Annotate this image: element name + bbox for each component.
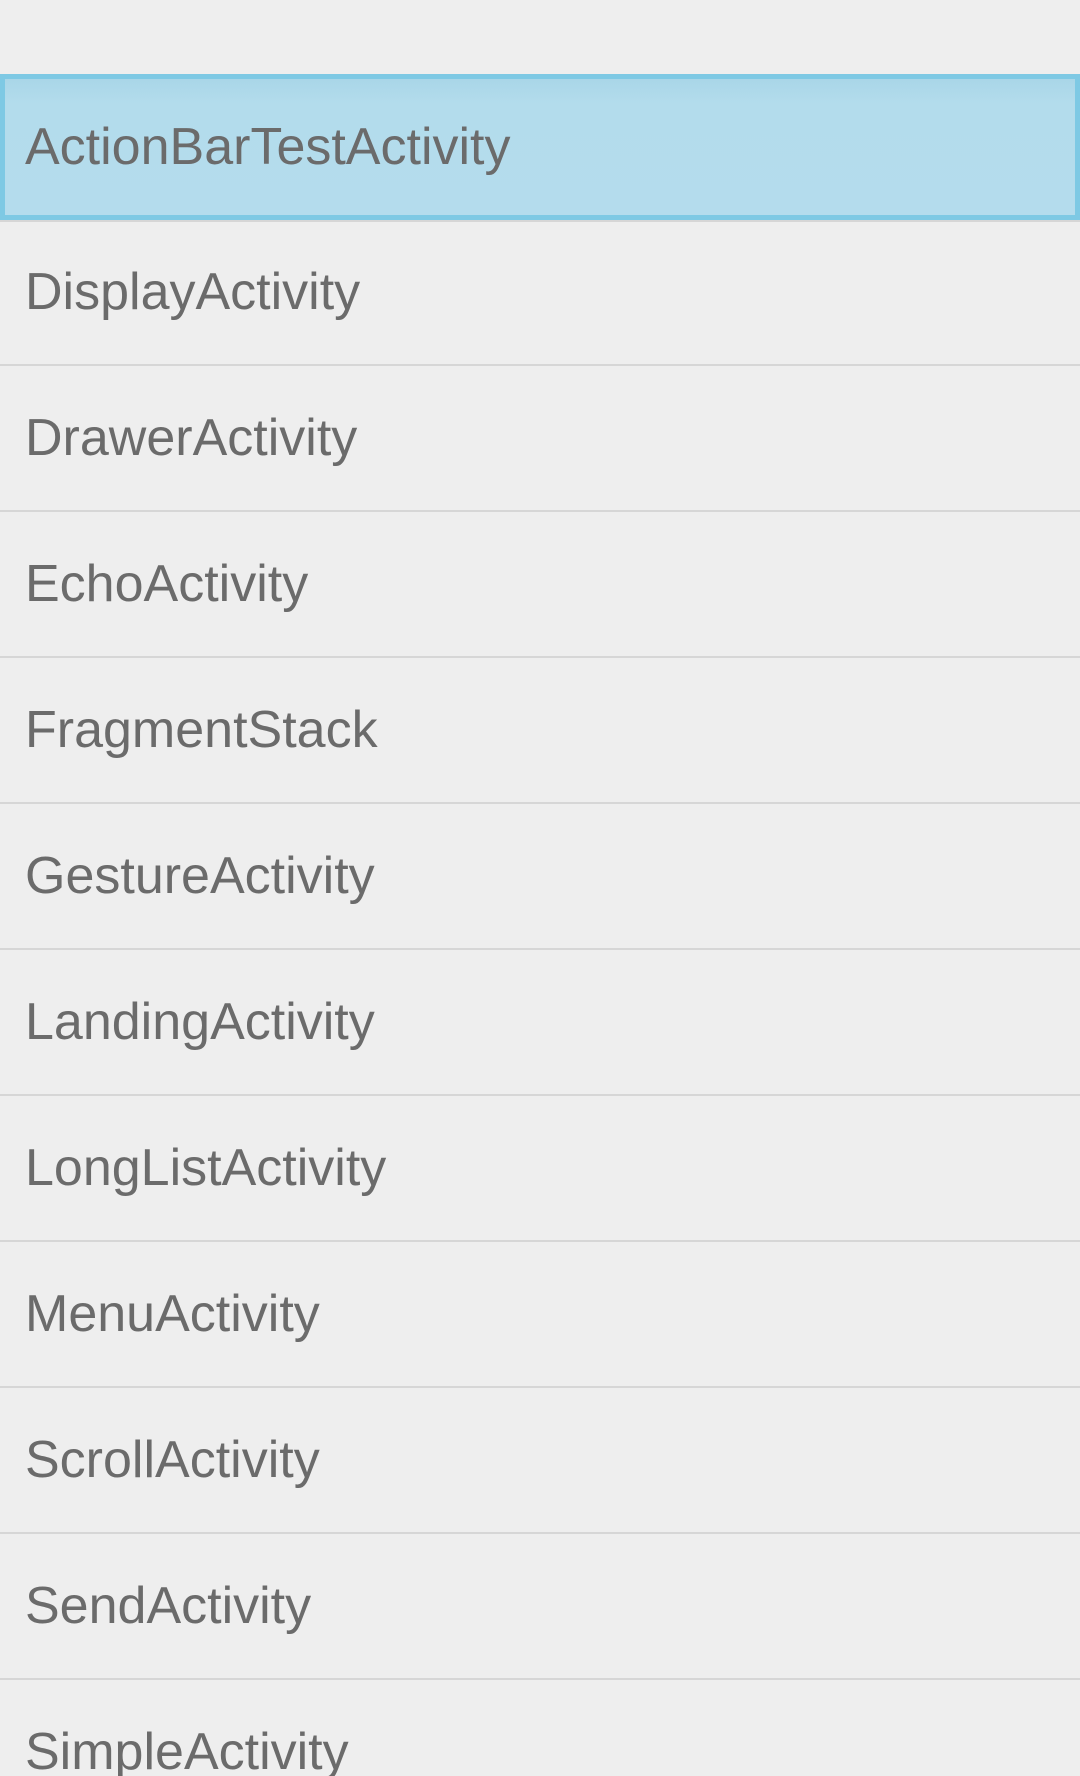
list-item-label: MenuActivity bbox=[25, 1285, 320, 1343]
list-item-label: SimpleActivity bbox=[25, 1723, 349, 1776]
list-item-display-activity[interactable]: DisplayActivity bbox=[0, 220, 1080, 366]
list-item-label: LongListActivity bbox=[25, 1139, 387, 1197]
list-item-label: GestureActivity bbox=[25, 847, 375, 905]
list-item-action-bar-test-activity[interactable]: ActionBarTestActivity bbox=[0, 74, 1080, 222]
list-item-landing-activity[interactable]: LandingActivity bbox=[0, 950, 1080, 1096]
list-item-label: ActionBarTestActivity bbox=[25, 118, 511, 176]
list-item-label: ScrollActivity bbox=[25, 1431, 320, 1489]
list-item-echo-activity[interactable]: EchoActivity bbox=[0, 512, 1080, 658]
list-item-gesture-activity[interactable]: GestureActivity bbox=[0, 804, 1080, 950]
list-item-send-activity[interactable]: SendActivity bbox=[0, 1534, 1080, 1680]
list-item-drawer-activity[interactable]: DrawerActivity bbox=[0, 366, 1080, 512]
list-item-simple-activity[interactable]: SimpleActivity bbox=[0, 1680, 1080, 1776]
list-item-label: DrawerActivity bbox=[25, 409, 358, 467]
activity-list[interactable]: ActionBarTestActivity DisplayActivity Dr… bbox=[0, 74, 1080, 1776]
activity-list-screen: ActionBarTestActivity DisplayActivity Dr… bbox=[0, 0, 1080, 1776]
list-item-scroll-activity[interactable]: ScrollActivity bbox=[0, 1388, 1080, 1534]
list-item-long-list-activity[interactable]: LongListActivity bbox=[0, 1096, 1080, 1242]
list-item-label: LandingActivity bbox=[25, 993, 375, 1051]
list-item-fragment-stack[interactable]: FragmentStack bbox=[0, 658, 1080, 804]
list-item-label: DisplayActivity bbox=[25, 263, 361, 321]
list-item-label: SendActivity bbox=[25, 1577, 312, 1635]
list-item-label: EchoActivity bbox=[25, 555, 309, 613]
list-item-menu-activity[interactable]: MenuActivity bbox=[0, 1242, 1080, 1388]
list-item-label: FragmentStack bbox=[25, 701, 378, 759]
